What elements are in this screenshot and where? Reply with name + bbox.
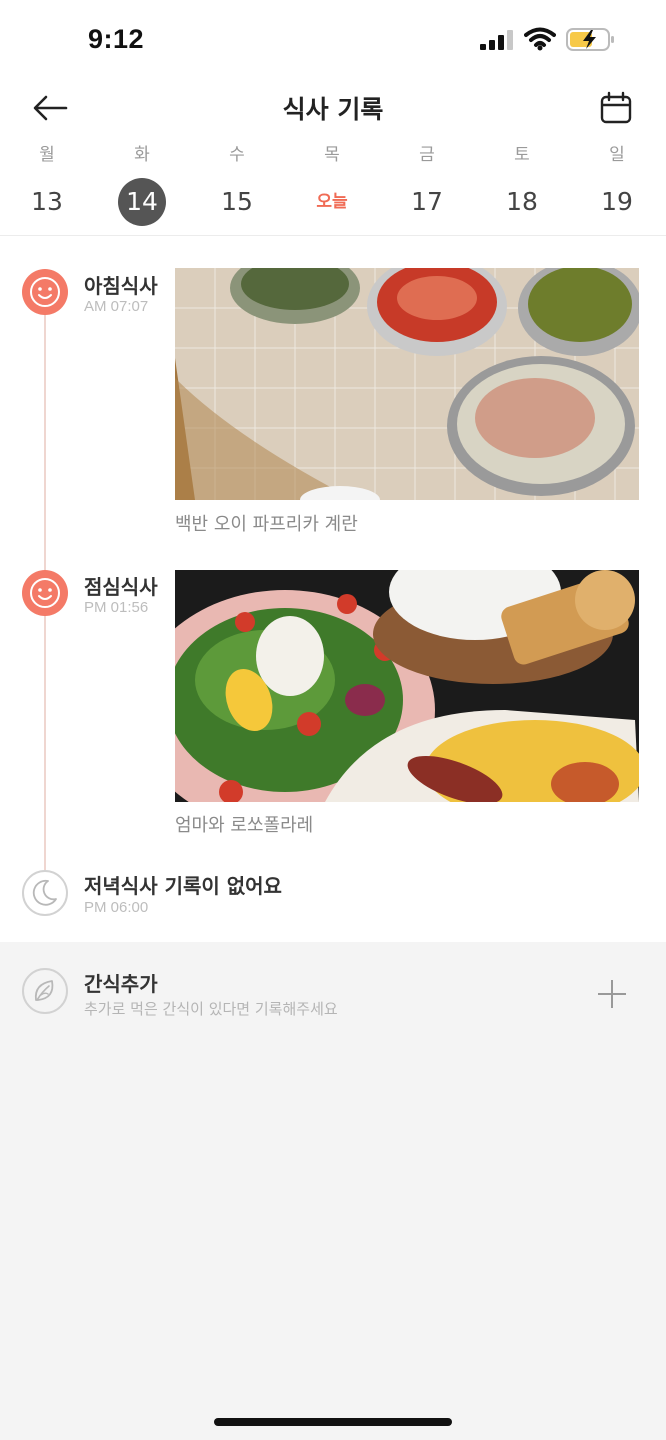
leaf-icon xyxy=(22,968,68,1014)
plus-icon[interactable] xyxy=(596,978,628,1010)
meal-title: 점심식사 xyxy=(84,575,158,599)
meal-time: AM 07:07 xyxy=(84,298,149,315)
day-name: 금 xyxy=(419,145,435,165)
meal-time: PM 01:56 xyxy=(84,599,149,616)
breakfast-photo[interactable] xyxy=(175,268,639,500)
day-number: 19 xyxy=(601,187,633,216)
home-indicator xyxy=(214,1418,452,1426)
lunch-photo[interactable] xyxy=(175,570,639,802)
day-name: 수 xyxy=(229,145,245,165)
day-number: 18 xyxy=(506,187,538,216)
snack-section: 간식추가 추가로 먹은 간식이 있다면 기록해주세요 xyxy=(0,942,666,1440)
day-sunday[interactable]: 일 19 xyxy=(587,140,647,232)
meal-caption: 백반 오이 파프리카 계란 xyxy=(175,514,358,535)
day-name: 일 xyxy=(609,145,625,165)
status-bar: 9:12 xyxy=(0,0,666,80)
day-wednesday[interactable]: 수 15 xyxy=(207,140,267,232)
battery-charging-icon xyxy=(566,28,614,51)
dinner-empty-title[interactable]: 저녁식사 기록이 없어요 xyxy=(84,870,282,899)
meal-title: 아침식사 xyxy=(84,274,158,298)
cellular-signal-icon xyxy=(480,30,513,50)
day-saturday[interactable]: 토 18 xyxy=(492,140,552,232)
status-time: 9:12 xyxy=(88,24,145,54)
app-header: 식사 기록 xyxy=(0,80,666,136)
day-number: 17 xyxy=(411,187,443,216)
moon-icon xyxy=(22,870,68,916)
snack-title: 간식추가 xyxy=(84,972,158,996)
add-snack-row[interactable]: 간식추가 추가로 먹은 간식이 있다면 기록해주세요 xyxy=(0,942,666,1042)
snack-subtitle: 추가로 먹은 간식이 있다면 기록해주세요 xyxy=(84,1000,338,1018)
wifi-icon xyxy=(524,27,556,51)
page-title: 식사 기록 xyxy=(282,95,384,124)
day-monday[interactable]: 월 13 xyxy=(17,140,77,232)
day-number: 13 xyxy=(31,187,63,216)
week-selector: 월 13 화 14 수 15 목 오늘 금 17 토 18 일 19 xyxy=(0,140,666,236)
day-friday[interactable]: 금 17 xyxy=(397,140,457,232)
smile-icon xyxy=(22,269,68,315)
day-name: 토 xyxy=(514,145,530,165)
calendar-icon[interactable] xyxy=(596,88,636,128)
day-name: 월 xyxy=(39,145,55,165)
day-number: 15 xyxy=(221,187,253,216)
today-label: 오늘 xyxy=(316,192,348,212)
day-number: 14 xyxy=(118,178,166,226)
meal-time: PM 06:00 xyxy=(84,899,149,916)
day-tuesday-selected[interactable]: 화 14 xyxy=(112,140,172,232)
meal-caption: 엄마와 로쏘폴라레 xyxy=(175,815,314,836)
day-thursday-today[interactable]: 목 오늘 xyxy=(302,140,362,232)
smile-icon xyxy=(22,570,68,616)
day-name: 화 xyxy=(134,145,150,165)
day-name: 목 xyxy=(324,145,340,165)
